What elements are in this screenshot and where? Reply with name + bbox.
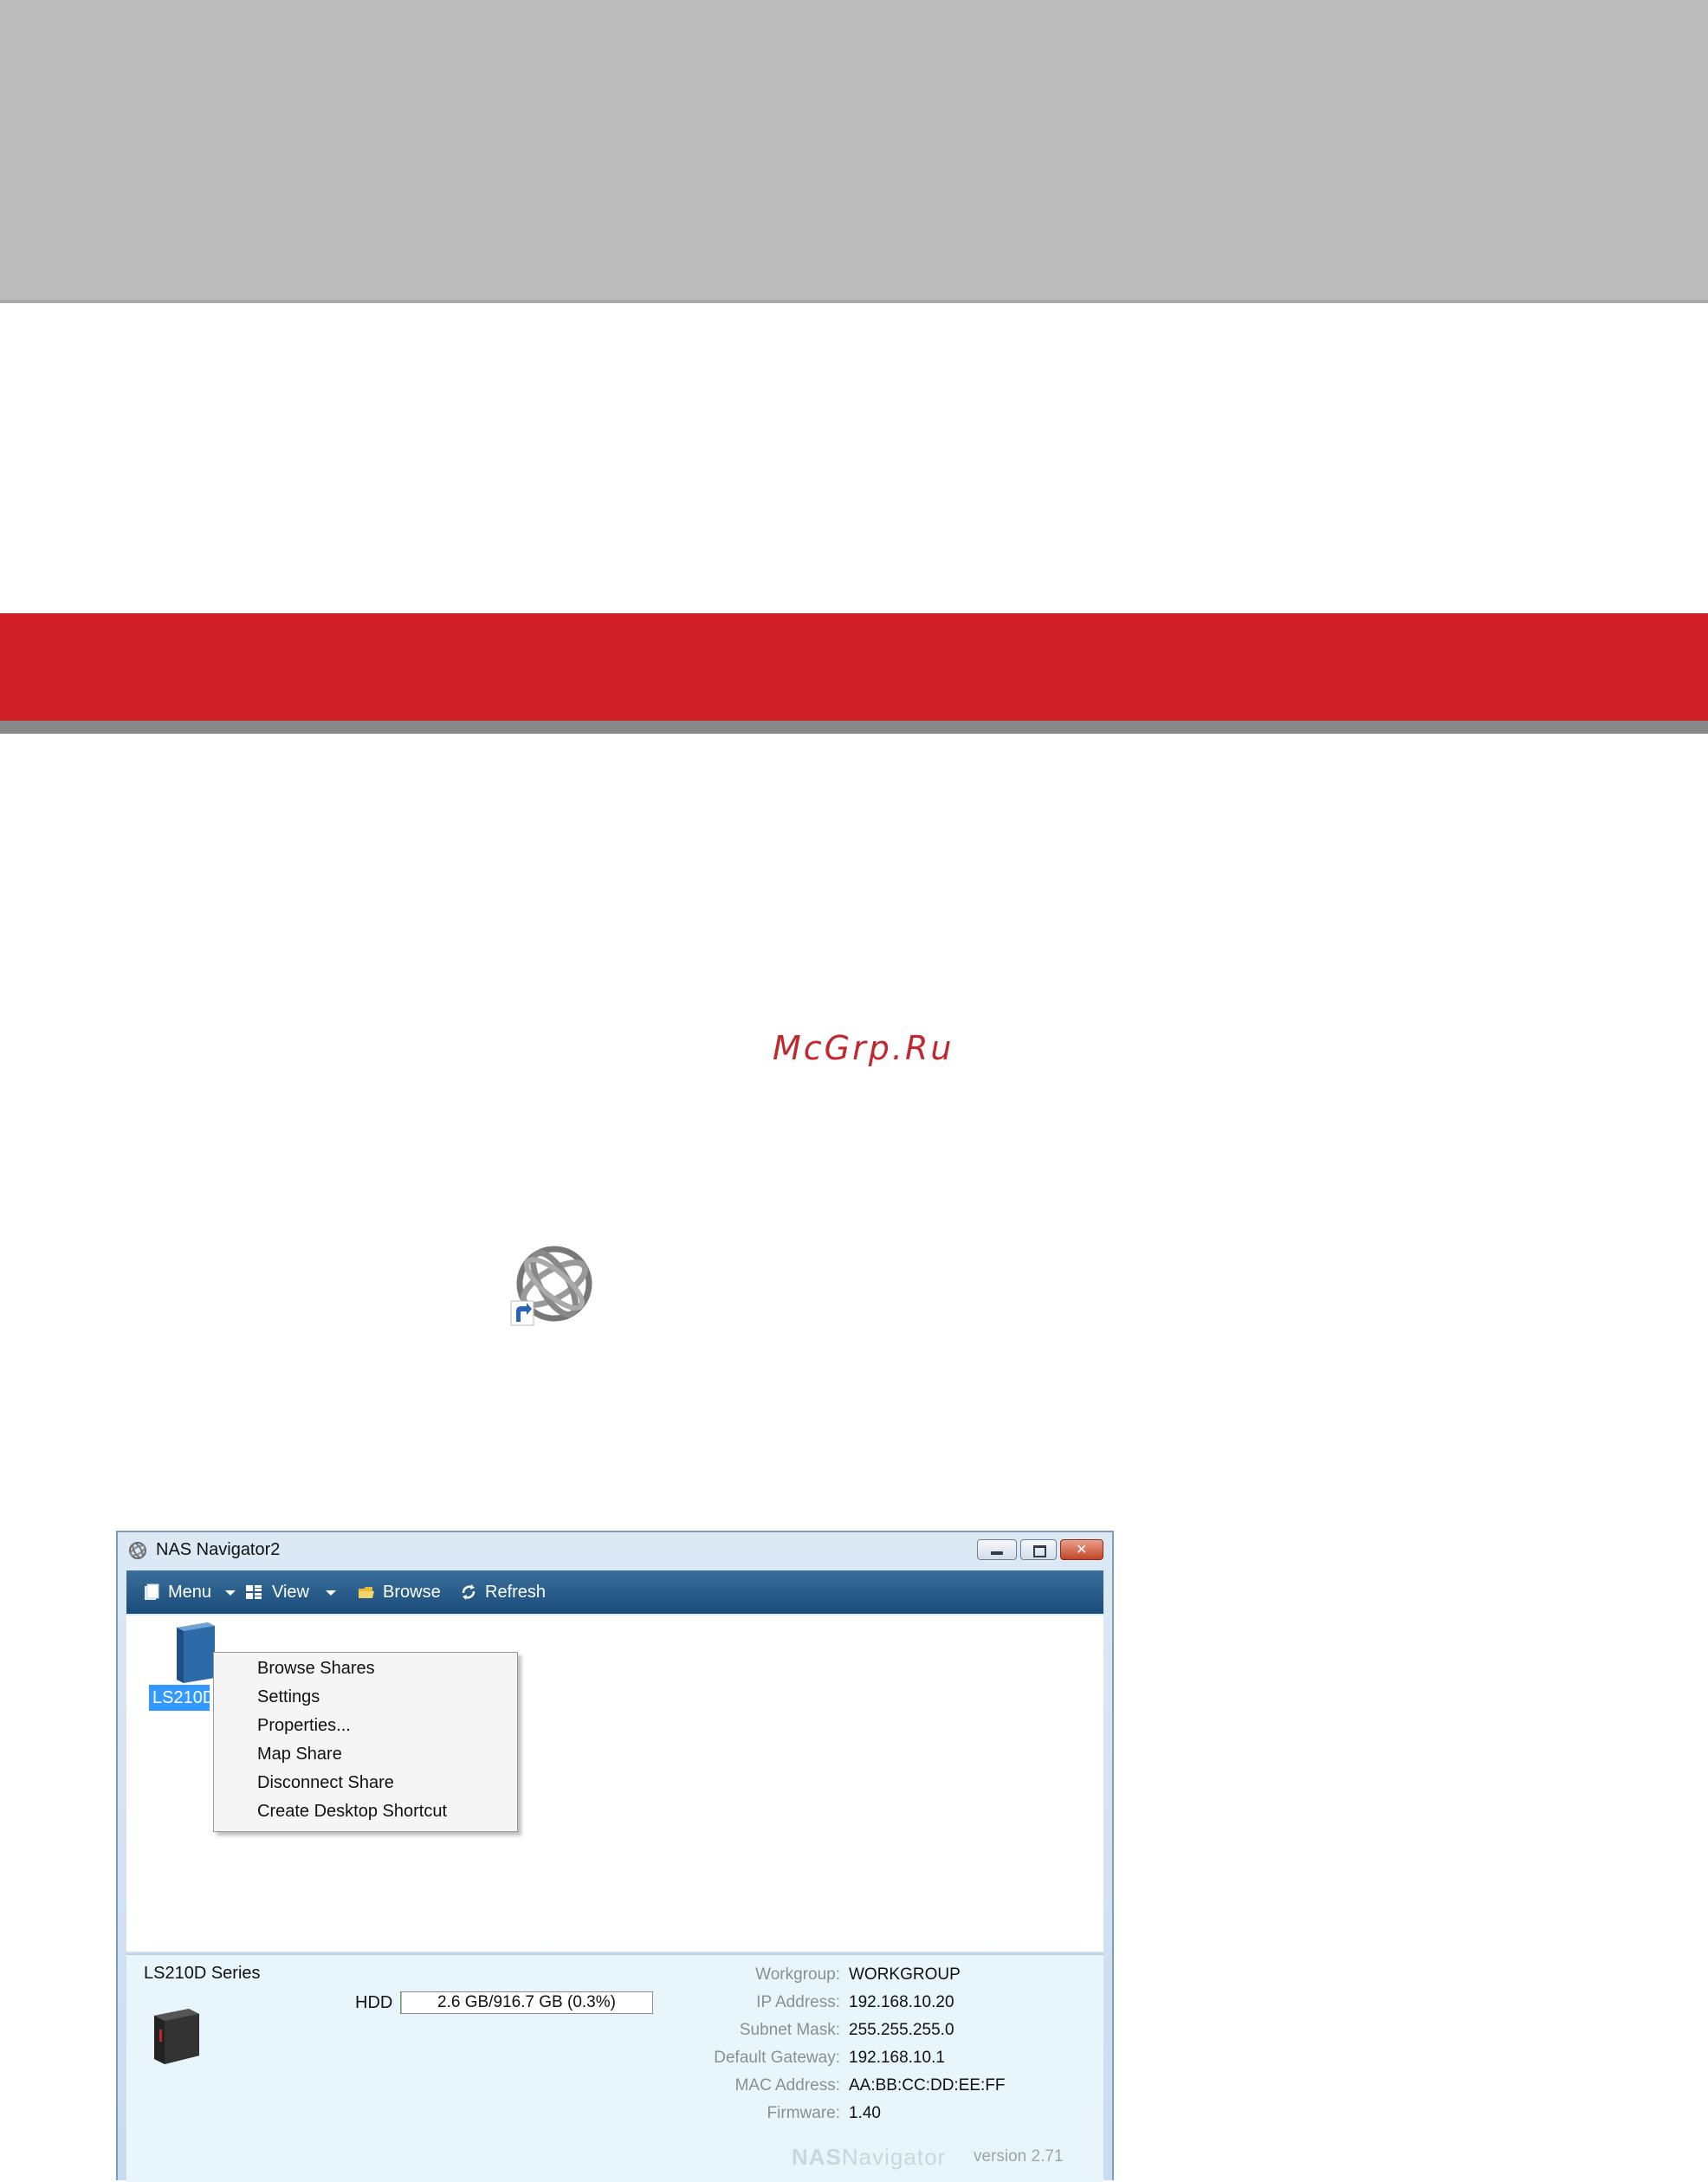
firmware-row: Firmware: 1.40 xyxy=(611,2101,1097,2127)
subnet-mask-value: 255.255.255.0 xyxy=(849,2021,954,2039)
browse-button[interactable]: Browse xyxy=(357,1580,447,1604)
workgroup-row: Workgroup: WORKGROUP xyxy=(611,1962,1097,1988)
brand-nas: NAS xyxy=(792,2144,842,2170)
menu-item-settings[interactable]: Settings xyxy=(257,1683,320,1711)
menu-item-map-share[interactable]: Map Share xyxy=(257,1740,342,1768)
title-bar[interactable]: NAS Navigator2 xyxy=(118,1532,1112,1569)
ip-address-value: 192.168.10.20 xyxy=(849,1993,954,2011)
mac-address-key: MAC Address: xyxy=(734,2076,840,2095)
default-gateway-row: Default Gateway: 192.168.10.1 xyxy=(611,2045,1097,2071)
maximize-button[interactable] xyxy=(1020,1539,1057,1560)
folder-icon xyxy=(359,1587,374,1598)
device-name-label[interactable]: LS210D xyxy=(149,1685,210,1711)
firmware-key: Firmware: xyxy=(767,2104,840,2122)
brand-navigator: Navigator xyxy=(841,2144,947,2170)
firmware-value: 1.40 xyxy=(849,2104,881,2122)
menu-button[interactable]: Menu xyxy=(142,1580,244,1604)
window-title: NAS Navigator2 xyxy=(156,1540,281,1559)
nas-navigator-window: NAS Navigator2 Menu View xyxy=(116,1531,1114,2182)
view-label: View xyxy=(272,1583,309,1602)
ip-address-key: IP Address: xyxy=(756,1993,840,2011)
menu-chevron-down-icon xyxy=(225,1590,236,1596)
nas-navigator-icon xyxy=(129,1542,146,1559)
menu-item-disconnect-share[interactable]: Disconnect Share xyxy=(257,1769,394,1797)
refresh-button[interactable]: Refresh xyxy=(459,1580,554,1604)
menu-item-create-desktop-shortcut[interactable]: Create Desktop Shortcut xyxy=(257,1797,447,1825)
hdd-label: HDD xyxy=(355,1993,393,2012)
close-button[interactable] xyxy=(1060,1539,1103,1560)
menu-item-properties[interactable]: Properties... xyxy=(257,1712,351,1739)
toolbar: Menu View Browse Refresh xyxy=(126,1570,1103,1614)
section-red-band xyxy=(0,613,1708,721)
subnet-mask-row: Subnet Mask: 255.255.255.0 xyxy=(611,2017,1097,2043)
mac-address-value: AA:BB:CC:DD:EE:FF xyxy=(849,2076,1006,2095)
nas-navigator-shortcut-icon[interactable] xyxy=(506,1240,598,1331)
default-gateway-key: Default Gateway: xyxy=(714,2049,840,2067)
refresh-label: Refresh xyxy=(485,1583,547,1602)
device-series-title: LS210D Series xyxy=(144,1964,261,1983)
workgroup-key: Workgroup: xyxy=(755,1965,840,1984)
mac-address-row: MAC Address: AA:BB:CC:DD:EE:FF xyxy=(611,2073,1097,2099)
default-gateway-value: 192.168.10.1 xyxy=(849,2049,945,2067)
subnet-mask-key: Subnet Mask: xyxy=(739,2021,840,2039)
device-list[interactable]: LS210D Browse Shares Settings Properties… xyxy=(126,1615,1103,1952)
nas-device-icon[interactable] xyxy=(170,1621,218,1685)
ip-address-row: IP Address: 192.168.10.20 xyxy=(611,1990,1097,2016)
view-chevron-down-icon xyxy=(326,1590,336,1596)
context-menu: Browse Shares Settings Properties... Map… xyxy=(213,1652,518,1832)
browse-label: Browse xyxy=(383,1583,441,1602)
menu-label: Menu xyxy=(168,1583,212,1602)
nas-navigator-logo: NASNavigator xyxy=(792,2144,946,2171)
header-gray-band-edge xyxy=(0,300,1708,303)
version-text: version 2.71 xyxy=(974,2147,1064,2166)
header-gray-band xyxy=(0,0,1708,300)
view-button[interactable]: View xyxy=(244,1580,340,1604)
section-red-band-edge xyxy=(0,721,1708,734)
view-icon xyxy=(246,1585,262,1599)
watermark-text: McGrp.Ru xyxy=(773,1029,954,1067)
device-info-panel: LS210D Series HDD 2.6 GB/916.7 GB (0.3%)… xyxy=(126,1953,1103,2182)
workgroup-value: WORKGROUP xyxy=(849,1965,961,1984)
menu-icon xyxy=(145,1583,159,1600)
menu-item-browse-shares[interactable]: Browse Shares xyxy=(257,1654,375,1682)
nas-device-dark-icon xyxy=(154,2009,199,2064)
refresh-icon xyxy=(462,1584,476,1600)
minimize-button[interactable] xyxy=(977,1539,1017,1560)
